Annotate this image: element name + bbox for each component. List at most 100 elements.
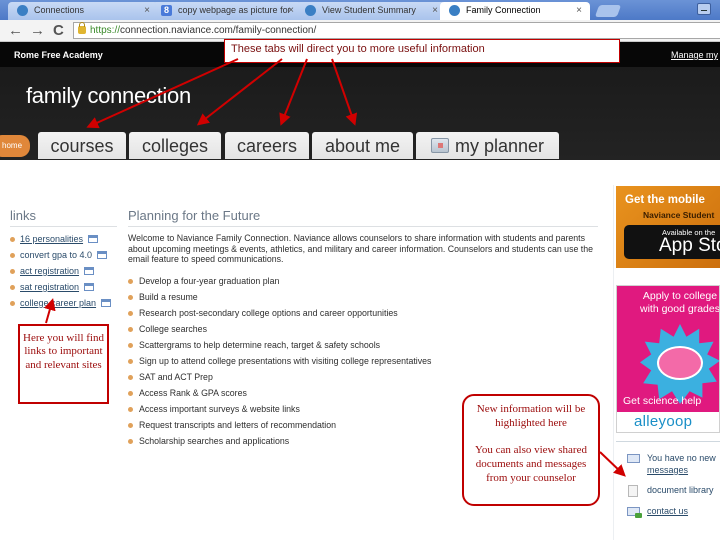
- link-act-registration[interactable]: act registration: [20, 266, 79, 276]
- messages-link[interactable]: messages: [647, 465, 688, 475]
- planning-intro: Welcome to Naviance Family Connection. N…: [128, 233, 594, 265]
- naviance-icon: [17, 5, 28, 16]
- browser-tab-google[interactable]: 8 copy webpage as picture for ×: [152, 2, 302, 20]
- back-button[interactable]: ←: [8, 22, 23, 40]
- bullet-icon: [10, 237, 15, 242]
- planning-item: Research post-secondary college options …: [128, 308, 431, 324]
- browser-tab-strip: Connections × 8 copy webpage as picture …: [0, 0, 720, 20]
- external-window-icon[interactable]: [101, 299, 112, 307]
- url-scheme: https://: [90, 25, 121, 36]
- reload-button[interactable]: C: [53, 22, 64, 40]
- sidebar-divider: [613, 185, 614, 540]
- bullet-icon: [128, 391, 133, 396]
- brain-icon: [657, 346, 703, 380]
- links-divider: [10, 226, 117, 227]
- home-button[interactable]: home: [0, 135, 30, 157]
- ad-tagline: Get science help: [623, 395, 702, 407]
- planning-item-text: Scattergrams to help determine reach, ta…: [139, 340, 381, 350]
- planning-item: Scholarship searches and applications: [128, 436, 431, 452]
- tab-my-planner[interactable]: my planner: [416, 132, 559, 159]
- external-window-icon[interactable]: [88, 235, 99, 243]
- planning-heading: Planning for the Future: [128, 208, 261, 223]
- bullet-icon: [128, 407, 133, 412]
- annotation-info-note: New information will be highlighted here…: [462, 394, 600, 506]
- links-heading: links: [10, 208, 37, 223]
- url-text: connection.naviance.com/family-connectio…: [120, 25, 317, 36]
- links-list: 16 personalities convert gpa to 4.0 act …: [10, 233, 112, 313]
- google-icon: 8: [161, 5, 172, 16]
- bullet-icon: [10, 285, 15, 290]
- tab-colleges[interactable]: colleges: [129, 132, 221, 159]
- tab-about-me[interactable]: about me: [312, 132, 413, 159]
- messages-item: You have no new messages: [627, 452, 716, 480]
- close-tab-icon[interactable]: ×: [144, 2, 150, 19]
- planning-item-text: Develop a four-year graduation plan: [139, 276, 280, 286]
- browser-tab-family-connection[interactable]: Family Connection ×: [440, 2, 590, 20]
- ad-headline: Get the mobile: [625, 194, 705, 206]
- planning-item-text: Research post-secondary college options …: [139, 308, 398, 318]
- link-item: 16 personalities: [10, 233, 111, 249]
- browser-tab-label: copy webpage as picture for: [178, 5, 291, 15]
- link-item: sat registration: [10, 281, 111, 297]
- bullet-icon: [128, 343, 133, 348]
- planning-item-text: Sign up to attend college presentations …: [139, 356, 432, 366]
- planning-item: Sign up to attend college presentations …: [128, 356, 431, 372]
- planning-item-text: Access Rank & GPA scores: [139, 388, 247, 398]
- tab-courses[interactable]: courses: [38, 132, 126, 159]
- school-name: Rome Free Academy: [14, 50, 103, 60]
- external-window-icon[interactable]: [84, 283, 95, 291]
- minimize-window-button[interactable]: [697, 3, 711, 15]
- browser-tab-label: Family Connection: [466, 5, 541, 15]
- link-item: act registration: [10, 265, 111, 281]
- document-library-item: document library: [627, 484, 716, 503]
- new-tab-button[interactable]: [594, 5, 622, 17]
- link-sat-registration[interactable]: sat registration: [20, 282, 79, 292]
- bullet-icon: [128, 359, 133, 364]
- tab-careers[interactable]: careers: [225, 132, 309, 159]
- contact-us-link[interactable]: contact us: [647, 506, 688, 516]
- planning-item-text: Request transcripts and letters of recom…: [139, 420, 337, 430]
- close-tab-icon[interactable]: ×: [432, 2, 438, 19]
- bullet-icon: [128, 295, 133, 300]
- close-tab-icon[interactable]: ×: [288, 2, 294, 19]
- browser-tab-label: Connections: [34, 5, 85, 15]
- planning-item: College searches: [128, 324, 431, 340]
- ad-alleyoop[interactable]: Apply to college with good grades Get sc…: [616, 285, 720, 433]
- planning-divider: [128, 226, 598, 227]
- messages-prefix: You have no new: [647, 453, 716, 463]
- external-window-icon[interactable]: [84, 267, 95, 275]
- ad-naviance-mobile[interactable]: Get the mobile Naviance Student Availabl…: [616, 186, 720, 268]
- planning-item-text: SAT and ACT Prep: [139, 372, 213, 382]
- address-bar[interactable]: https://connection.naviance.com/family-c…: [73, 22, 720, 39]
- ad-line-2: with good grades: [640, 303, 720, 315]
- planning-item-text: Scholarship searches and applications: [139, 436, 290, 446]
- link-convert-gpa[interactable]: convert gpa to 4.0: [20, 250, 92, 260]
- browser-tab-connections[interactable]: Connections ×: [8, 2, 158, 20]
- bullet-icon: [128, 375, 133, 380]
- planning-item-text: Build a resume: [139, 292, 198, 302]
- browser-tab-label: View Student Summary: [322, 5, 416, 15]
- planning-item: Scattergrams to help determine reach, ta…: [128, 340, 431, 356]
- document-library-link[interactable]: document library: [647, 485, 714, 495]
- forward-button[interactable]: →: [30, 22, 45, 40]
- link-college-career-plan[interactable]: college career plan: [20, 298, 96, 308]
- naviance-icon: [305, 5, 316, 16]
- manage-account-link[interactable]: Manage my: [671, 50, 718, 60]
- link-16-personalities[interactable]: 16 personalities: [20, 234, 83, 244]
- bullet-icon: [128, 423, 133, 428]
- naviance-icon: [449, 5, 460, 16]
- close-tab-icon[interactable]: ×: [576, 2, 582, 19]
- external-window-icon[interactable]: [97, 251, 108, 259]
- ad-brand-bar: alleyoop: [617, 412, 719, 432]
- sidebar-links: You have no new messages document librar…: [627, 452, 716, 521]
- bullet-icon: [128, 327, 133, 332]
- bullet-icon: [10, 301, 15, 306]
- annotation-info-text-1: New information will be highlighted here: [476, 403, 586, 429]
- lock-icon: [78, 22, 86, 34]
- app-store-badge[interactable]: Available on the App Store: [624, 225, 720, 259]
- bullet-icon: [128, 279, 133, 284]
- link-item: convert gpa to 4.0: [10, 249, 111, 265]
- browser-tab-student-summary[interactable]: View Student Summary ×: [296, 2, 446, 20]
- annotation-links-note: Here you will find links to important an…: [18, 324, 109, 404]
- arrow-to-messages: [599, 451, 626, 477]
